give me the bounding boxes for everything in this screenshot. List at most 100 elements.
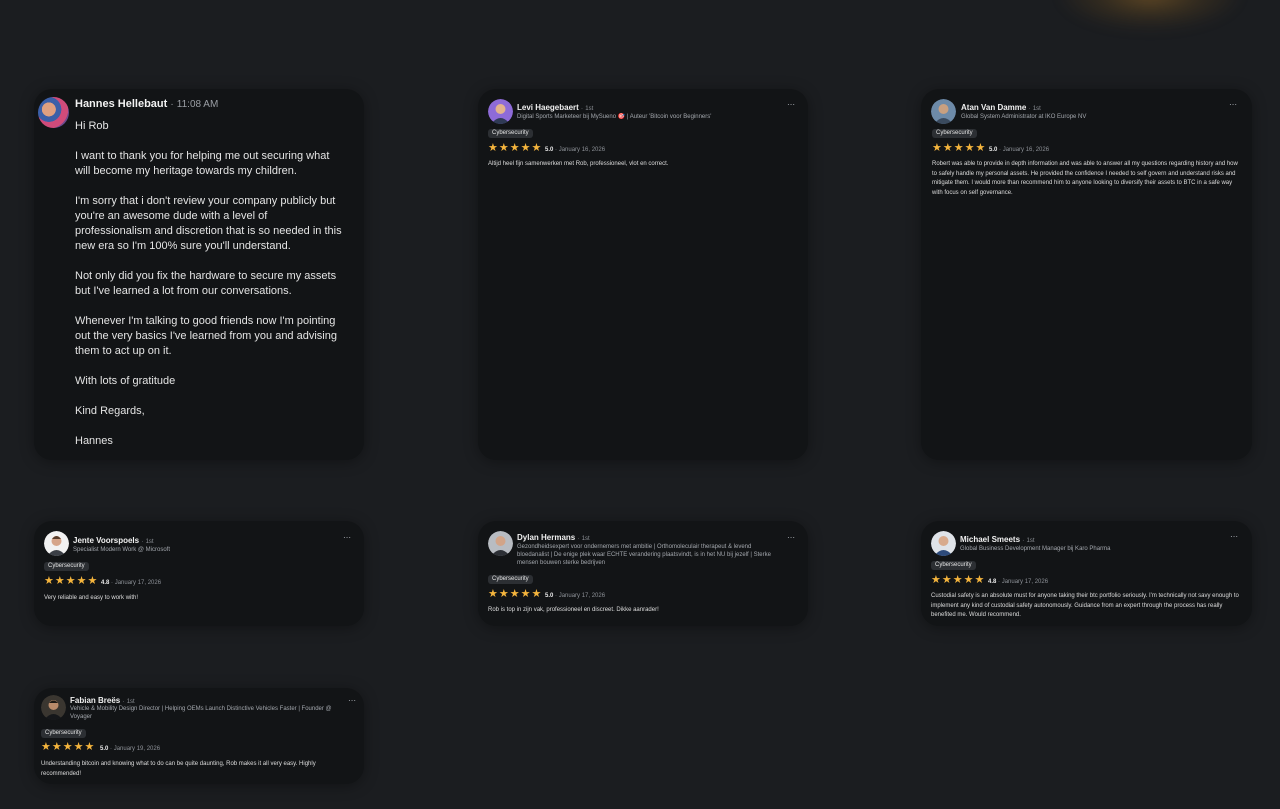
- rating-line: 5.0 · January 17, 2026: [545, 593, 606, 599]
- star-rating: ★ ★ ★ ★ ★: [488, 589, 541, 600]
- message-time: 11:08 AM: [176, 99, 219, 110]
- star-icon: ★: [488, 142, 498, 154]
- category-tag: Cybersecurity: [41, 729, 86, 738]
- more-options-icon[interactable]: ⋯: [787, 100, 795, 109]
- category-tag: Cybersecurity: [932, 129, 977, 138]
- star-icon: ★: [84, 741, 95, 753]
- more-options-icon[interactable]: ⋯: [348, 696, 356, 705]
- star-icon: ★: [941, 574, 952, 586]
- star-icon: ★: [65, 575, 76, 587]
- review-text: Custodial safety is an absolute must for…: [931, 593, 1239, 618]
- message-body: Hi Rob I want to thank you for helping m…: [75, 119, 345, 464]
- avatar: [44, 531, 69, 556]
- connection-degree: 1st: [581, 536, 590, 542]
- reviewer-headline: Global Business Development Manager bij …: [960, 546, 1111, 552]
- star-icon: ★: [54, 575, 65, 587]
- avatar: [41, 695, 66, 720]
- reviewer-name[interactable]: Levi Haegebaert · 1st: [517, 103, 593, 112]
- reviewer-name[interactable]: Atan Van Damme · 1st: [961, 103, 1041, 112]
- rating-line: 4.8 · January 17, 2026: [101, 580, 162, 586]
- avatar: [38, 97, 69, 128]
- review-text: Robert was able to provide in depth info…: [932, 161, 1238, 196]
- message-paragraph: I'm sorry that i don't review your compa…: [75, 195, 342, 252]
- star-icon: ★: [531, 142, 542, 154]
- rating-value: 5.0: [545, 147, 554, 153]
- reviewer-headline: Gezondheidsexpert voor ondernemers met a…: [517, 544, 771, 566]
- star-icon: ★: [509, 142, 520, 154]
- star-rating: ★ ★ ★ ★ ★: [44, 576, 97, 587]
- star-icon: ★: [953, 142, 964, 154]
- sender-name: Hannes Hellebaut: [75, 98, 168, 110]
- star-icon: ★: [498, 588, 509, 600]
- message-paragraph: Hannes: [75, 435, 113, 447]
- review-text: Rob is top in zijn vak, professioneel en…: [488, 607, 659, 613]
- star-icon: ★: [520, 588, 531, 600]
- connection-degree: 1st: [585, 106, 594, 112]
- reviewer-headline: Vehicle & Mobility Design Director | Hel…: [70, 706, 332, 720]
- reviewer-name[interactable]: Michael Smeets · 1st: [960, 535, 1035, 544]
- rating-line: 5.0 · January 19, 2026: [100, 746, 161, 752]
- star-icon: ★: [942, 142, 953, 154]
- rating-value: 5.0: [989, 147, 998, 153]
- category-tag: Cybersecurity: [44, 562, 89, 571]
- rating-value: 4.8: [101, 580, 110, 586]
- star-icon: ★: [931, 574, 941, 586]
- star-icon: ★: [498, 142, 509, 154]
- review-date: January 19, 2026: [113, 746, 161, 752]
- message-card: Hannes Hellebaut · 11:08 AM Hi Rob I wan…: [34, 89, 364, 460]
- review-text: Very reliable and easy to work with!: [44, 595, 139, 601]
- star-rating: ★ ★ ★ ★ ★: [41, 742, 94, 753]
- star-icon: ★: [509, 588, 520, 600]
- review-card: Atan Van Damme · 1st Global System Admin…: [921, 89, 1252, 460]
- star-icon: ★: [932, 142, 942, 154]
- rating-line: 5.0 · January 16, 2026: [545, 147, 606, 153]
- avatar: [488, 99, 513, 124]
- star-icon: ★: [62, 741, 73, 753]
- star-icon: ★: [531, 588, 542, 600]
- background-glow: [1060, 0, 1240, 30]
- message-paragraph: I want to thank you for helping me out s…: [75, 150, 330, 177]
- connection-degree: 1st: [1026, 538, 1035, 544]
- connection-degree: 1st: [1032, 106, 1041, 112]
- reviewer-headline: Global System Administrator at IKO Europ…: [961, 114, 1087, 120]
- star-icon: ★: [41, 741, 51, 753]
- review-text: Altijd heel fijn samenwerken met Rob, pr…: [488, 161, 669, 167]
- reviewer-name[interactable]: Jente Voorspoels · 1st: [73, 536, 154, 545]
- review-card: Levi Haegebaert · 1st Digital Sports Mar…: [478, 89, 808, 460]
- review-date: January 17, 2026: [1001, 579, 1049, 585]
- more-options-icon[interactable]: ⋯: [787, 533, 795, 542]
- star-icon: ★: [975, 142, 986, 154]
- star-icon: ★: [73, 741, 84, 753]
- message-header: Hannes Hellebaut · 11:08 AM: [75, 98, 218, 110]
- reviewer-headline: Specialist Modern Work @ Microsoft: [73, 547, 171, 553]
- review-date: January 17, 2026: [558, 593, 606, 599]
- message-paragraph: With lots of gratitude: [75, 375, 176, 387]
- review-text: Understanding bitcoin and knowing what t…: [41, 761, 316, 777]
- reviewer-name[interactable]: Dylan Hermans · 1st: [517, 533, 590, 542]
- star-icon: ★: [963, 574, 974, 586]
- review-date: January 17, 2026: [114, 580, 162, 586]
- star-icon: ★: [87, 575, 98, 587]
- star-icon: ★: [44, 575, 54, 587]
- star-icon: ★: [520, 142, 531, 154]
- separator: ·: [170, 99, 174, 110]
- more-options-icon[interactable]: ⋯: [343, 533, 351, 542]
- message-paragraph: Hi Rob: [75, 120, 109, 132]
- rating-line: 5.0 · January 16, 2026: [989, 147, 1050, 153]
- star-icon: ★: [974, 574, 985, 586]
- review-card: Michael Smeets · 1st Global Business Dev…: [921, 521, 1252, 626]
- message-paragraph: Whenever I'm talking to good friends now…: [75, 315, 337, 357]
- star-rating: ★ ★ ★ ★ ★: [488, 143, 541, 154]
- more-options-icon[interactable]: ⋯: [1230, 532, 1238, 541]
- connection-degree: 1st: [145, 539, 154, 545]
- category-tag: Cybersecurity: [488, 575, 533, 584]
- star-icon: ★: [76, 575, 87, 587]
- more-options-icon[interactable]: ⋯: [1229, 100, 1237, 109]
- category-tag: Cybersecurity: [488, 129, 533, 138]
- rating-line: 4.8 · January 17, 2026: [988, 579, 1049, 585]
- review-card: Fabian Breës · 1st Vehicle & Mobility De…: [34, 688, 364, 784]
- rating-value: 5.0: [100, 746, 109, 752]
- rating-value: 5.0: [545, 593, 554, 599]
- reviewer-name[interactable]: Fabian Breës · 1st: [70, 696, 135, 705]
- review-card: Dylan Hermans · 1st Gezondheidsexpert vo…: [478, 521, 808, 626]
